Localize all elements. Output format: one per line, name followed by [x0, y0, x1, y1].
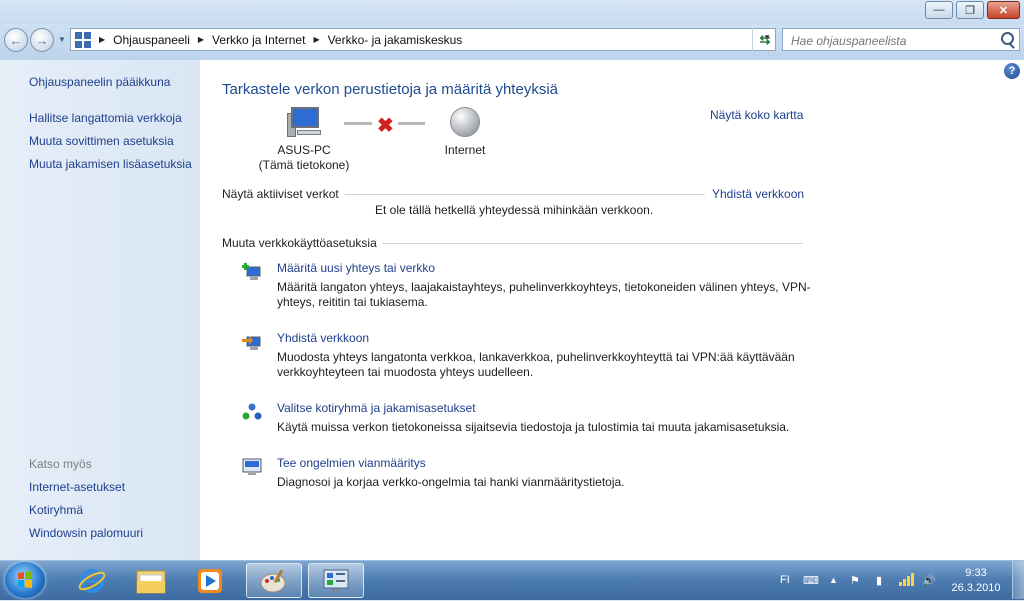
taskbar-paint[interactable]	[246, 563, 302, 598]
forward-arrow-icon: →	[35, 32, 49, 48]
taskbar-control-panel[interactable]	[308, 563, 364, 598]
windows-explorer-icon	[136, 570, 166, 593]
search-box[interactable]	[782, 28, 1020, 51]
disconnected-x-icon[interactable]: ✖	[377, 113, 394, 138]
sidebar-link-sharing[interactable]: Muuta jakamisen lisäasetuksia	[29, 157, 192, 171]
internet-explorer-icon	[78, 568, 106, 593]
back-arrow-icon: ←	[9, 32, 23, 48]
troubleshoot-icon	[242, 458, 262, 475]
breadcrumb-label[interactable]: Ohjauspaneeli	[113, 33, 190, 47]
paint-icon	[260, 568, 286, 592]
new-connection-icon	[242, 263, 261, 280]
see-also-internet-options[interactable]: Internet-asetukset	[29, 480, 125, 494]
help-icon[interactable]: ?	[1004, 63, 1020, 79]
taskbar-internet-explorer[interactable]	[64, 563, 120, 598]
media-player-icon	[198, 568, 222, 593]
see-also-header: Katso myös	[29, 457, 92, 471]
task-description: Määritä langaton yhteys, laajakaistayhte…	[277, 280, 811, 309]
breadcrumb-arrow-icon[interactable]: ▶	[99, 35, 105, 44]
taskbar-windows-explorer[interactable]	[123, 563, 179, 598]
task-link[interactable]: Valitse kotiryhmä ja jakamisasetukset	[277, 401, 476, 415]
breadcrumb-3[interactable]: ▶ Verkko- ja jakamiskeskus	[305, 33, 462, 47]
taskbar: FI ⌨ ▲ ⚑ ▮ 🔊 9:33 26.3.2010	[0, 560, 1024, 600]
clock-date: 26.3.2010	[951, 582, 1001, 594]
internet-label: Internet	[444, 143, 486, 157]
active-networks-header: Näytä aktiiviset verkot	[222, 187, 339, 201]
sidebar-link-adapter[interactable]: Muuta sovittimen asetuksia	[29, 134, 174, 148]
task-description: Käytä muissa verkon tietokoneissa sijait…	[277, 420, 790, 434]
windows-logo-icon	[18, 571, 32, 588]
breadcrumb-arrow-icon[interactable]: ▶	[198, 35, 204, 44]
task-link[interactable]: Määritä uusi yhteys tai verkko	[277, 261, 435, 275]
connect-network-icon	[242, 336, 261, 350]
computer-name-label: ASUS-PC	[277, 143, 331, 157]
sidebar-link-wireless[interactable]: Hallitse langattomia verkkoja	[29, 111, 182, 125]
navigation-bar: ← → ▼ ▶ Ohjauspaneeli ▶ Verkko ja Intern…	[0, 24, 1024, 60]
search-icon[interactable]	[1001, 32, 1014, 45]
map-connection-line	[344, 122, 372, 125]
search-input[interactable]	[789, 30, 998, 51]
address-bar[interactable]: ▶ Ohjauspaneeli ▶ Verkko ja Internet ▶ V…	[70, 28, 776, 51]
title-bar: — ❐ ✕	[0, 0, 1024, 24]
clock-time: 9:33	[965, 567, 987, 579]
breadcrumb-1[interactable]: ▶ Ohjauspaneeli	[91, 33, 190, 47]
history-dropdown-icon[interactable]: ▼	[58, 35, 66, 44]
show-desktop-button[interactable]	[1012, 561, 1024, 599]
computer-icon[interactable]	[287, 107, 321, 137]
show-hidden-icons-icon[interactable]: ▲	[829, 561, 838, 599]
no-connection-message: Et ole tällä hetkellä yhteydessä mihinkä…	[375, 203, 654, 217]
see-also-homegroup[interactable]: Kotiryhmä	[29, 503, 83, 517]
maximize-button[interactable]: ❐	[956, 1, 984, 19]
connect-network-link[interactable]: Yhdistä verkkoon	[712, 187, 804, 201]
task-description: Muodosta yhteys langatonta verkkoa, lank…	[277, 350, 795, 379]
keyboard-icon[interactable]: ⌨	[803, 561, 819, 599]
full-map-link[interactable]: Näytä koko kartta	[710, 108, 803, 122]
minimize-button[interactable]: —	[925, 1, 953, 19]
breadcrumb-label[interactable]: Verkko- ja jakamiskeskus	[328, 33, 463, 47]
divider	[382, 243, 803, 244]
volume-icon[interactable]: 🔊	[922, 561, 936, 599]
change-settings-header: Muuta verkkokäyttöasetuksia	[222, 236, 377, 250]
divider	[345, 194, 705, 195]
page-title: Tarkastele verkon perustietoja ja määrit…	[222, 81, 558, 98]
language-indicator[interactable]: FI	[780, 561, 790, 599]
computer-sub-label: (Tämä tietokone)	[258, 158, 350, 172]
refresh-button[interactable]: ⇆	[752, 28, 777, 51]
network-status-icon[interactable]	[898, 561, 914, 599]
sidebar-home-link[interactable]: Ohjauspaneelin pääikkuna	[29, 75, 170, 89]
back-button[interactable]: ←	[4, 28, 28, 52]
close-button[interactable]: ✕	[987, 1, 1020, 19]
task-link[interactable]: Yhdistä verkkoon	[277, 331, 369, 345]
breadcrumb-2[interactable]: ▶ Verkko ja Internet	[190, 33, 306, 47]
map-connection-line	[398, 122, 425, 125]
start-button[interactable]	[5, 562, 45, 598]
clock[interactable]: 9:33 26.3.2010	[946, 566, 1006, 596]
forward-button[interactable]: →	[30, 28, 54, 52]
control-panel-icon	[75, 31, 91, 48]
battery-icon[interactable]: ▮	[876, 561, 882, 599]
refresh-icon: ⇆	[759, 31, 771, 47]
homegroup-icon	[242, 403, 262, 420]
control-panel-icon	[323, 569, 349, 592]
task-description: Diagnosoi ja korjaa verkko-ongelmia tai …	[277, 475, 625, 489]
breadcrumb-label[interactable]: Verkko ja Internet	[212, 33, 305, 47]
see-also-firewall[interactable]: Windowsin palomuuri	[29, 526, 143, 540]
internet-globe-icon[interactable]	[450, 107, 480, 137]
task-link[interactable]: Tee ongelmien vianmääritys	[277, 456, 426, 470]
action-center-flag-icon[interactable]: ⚑	[850, 561, 860, 599]
taskbar-media-player[interactable]	[182, 563, 238, 598]
breadcrumb-arrow-icon[interactable]: ▶	[313, 35, 319, 44]
